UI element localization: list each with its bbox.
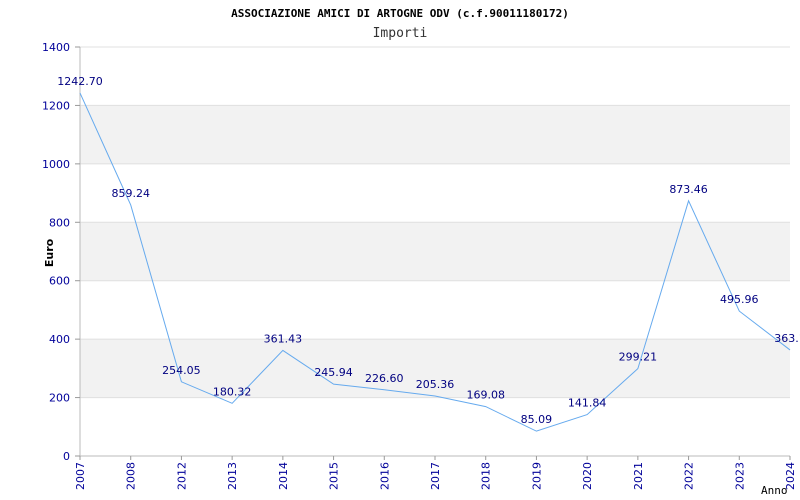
- grid-band: [80, 105, 790, 164]
- line-chart: 0200400600800100012001400 2007 2008 2012 20…: [42, 7, 800, 497]
- y-tick-label: 0: [63, 450, 70, 463]
- data-label: 361.43: [264, 332, 303, 345]
- x-ticks: 2007 2008 2012 2013 2014 2015 2016 2017 2018 2019…: [74, 456, 797, 490]
- x-tick-label: 2012: [175, 462, 188, 490]
- data-label: 141.84: [568, 397, 607, 410]
- y-tick-label: 1200: [42, 99, 70, 112]
- y-tick-label: 600: [49, 275, 70, 288]
- x-tick-label: 2022: [683, 462, 696, 490]
- x-tick-label: 2013: [226, 462, 239, 490]
- chart-subtitle: Importi: [373, 26, 428, 41]
- y-tick-label: 400: [49, 333, 70, 346]
- x-tick-label: 2021: [632, 462, 645, 490]
- x-tick-label: 2014: [277, 462, 290, 490]
- y-axis-label: Euro: [43, 238, 56, 267]
- x-axis-label: Anno: [761, 484, 788, 497]
- x-tick-label: 2015: [328, 462, 341, 490]
- data-label: 495.96: [720, 293, 759, 306]
- x-tick-label: 2023: [733, 462, 746, 490]
- data-label: 205.36: [416, 378, 455, 391]
- data-label: 1242.70: [57, 75, 103, 88]
- data-label: 873.46: [669, 183, 708, 196]
- data-label: 169.08: [466, 389, 505, 402]
- x-tick-label: 2018: [480, 462, 493, 490]
- y-tick-label: 800: [49, 216, 70, 229]
- data-label: 299.21: [619, 351, 658, 364]
- y-tick-label: 1400: [42, 41, 70, 54]
- x-tick-label: 2007: [74, 462, 87, 490]
- data-label: 859.24: [111, 187, 150, 200]
- x-tick-label: 2019: [530, 462, 543, 490]
- background-bands: [80, 105, 790, 398]
- data-label: 363.1: [774, 332, 800, 345]
- data-label: 245.94: [314, 366, 353, 379]
- data-label: 254.05: [162, 364, 201, 377]
- data-label: 180.32: [213, 385, 252, 398]
- x-tick-label: 2016: [378, 462, 391, 490]
- grid-band: [80, 222, 790, 281]
- y-tick-label: 200: [49, 392, 70, 405]
- x-tick-label: 2020: [581, 462, 594, 490]
- x-tick-label: 2017: [429, 462, 442, 490]
- y-tick-label: 1000: [42, 158, 70, 171]
- x-tick-label: 2008: [125, 462, 138, 490]
- data-label: 226.60: [365, 372, 404, 385]
- chart-title: ASSOCIAZIONE AMICI DI ARTOGNE ODV (c.f.9…: [231, 7, 569, 20]
- data-label: 85.09: [521, 413, 553, 426]
